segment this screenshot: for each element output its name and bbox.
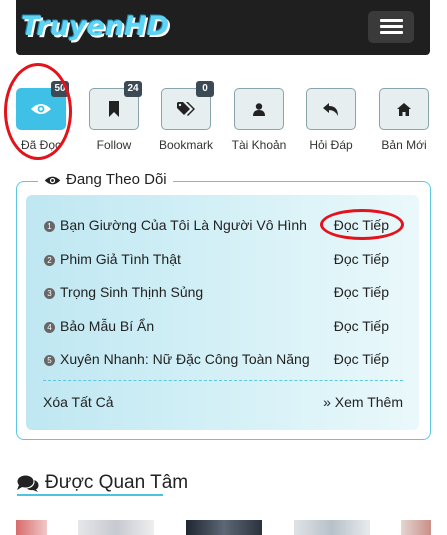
story-thumbnail[interactable]: [78, 520, 154, 535]
eye-icon: [44, 176, 61, 184]
menu-button[interactable]: [368, 11, 414, 43]
story-thumbnail[interactable]: [401, 520, 431, 535]
nav-label: Bookmark: [158, 138, 214, 152]
list-item: 2 Phim Giả Tình Thật Đọc Tiếp: [44, 249, 394, 269]
nav-item-account[interactable]: Tài Khoản: [225, 88, 293, 152]
nav-label: Tài Khoản: [231, 138, 287, 152]
rank-number: 2: [44, 255, 55, 266]
story-title[interactable]: Trọng Sinh Thịnh Sủng: [60, 284, 203, 300]
comments-icon: [17, 475, 39, 492]
list-item: 5 Xuyên Nhanh: Nữ Đặc Công Toàn Năng Đọc …: [44, 349, 394, 369]
nav-label: Follow: [96, 138, 132, 152]
home-icon: [397, 102, 411, 116]
reply-icon: [323, 102, 338, 116]
section-heading: Được Quan Tâm: [17, 470, 188, 496]
nav-item-bookmark[interactable]: 0 Bookmark: [152, 81, 220, 152]
bookmark-icon: [109, 101, 119, 117]
story-thumbnail[interactable]: [294, 520, 370, 535]
heading-underline: [17, 494, 163, 496]
story-thumbnail[interactable]: [16, 520, 47, 535]
rank-number: 1: [44, 221, 55, 232]
user-icon: [253, 102, 265, 116]
story-title[interactable]: Xuyên Nhanh: Nữ Đặc Công Toàn Năng: [60, 351, 310, 367]
nav-label: Hỏi Đáp: [309, 138, 353, 152]
continue-reading-link[interactable]: Đọc Tiếp: [334, 249, 389, 269]
hamburger-icon: [380, 19, 403, 22]
follow-count-badge: 24: [124, 81, 142, 97]
following-title: Đang Theo Dõi: [38, 170, 173, 190]
rank-number: 5: [44, 355, 55, 366]
continue-reading-link[interactable]: Đọc Tiếp: [334, 282, 389, 302]
divider: [43, 380, 403, 381]
nav-label: Bản Mới: [381, 138, 427, 152]
list-item: 3 Trọng Sinh Thịnh Sủng Đọc Tiếp: [44, 282, 394, 302]
nav-item-new[interactable]: Bản Mới: [370, 88, 438, 152]
annotation-circle: [4, 63, 72, 160]
tags-icon: [177, 102, 195, 116]
rank-number: 4: [44, 322, 55, 333]
story-title[interactable]: Phim Giả Tình Thật: [60, 251, 181, 267]
story-title[interactable]: Bạn Giường Của Tôi Là Người Vô Hình: [60, 217, 307, 233]
annotation-circle: [320, 209, 404, 240]
nav-item-qa[interactable]: Hỏi Đáp: [297, 88, 365, 152]
list-item: 4 Bảo Mẫu Bí Ẩn Đọc Tiếp: [44, 316, 394, 336]
story-thumbnail[interactable]: [186, 520, 262, 535]
bookmark-count-badge: 0: [196, 81, 214, 97]
continue-reading-link[interactable]: Đọc Tiếp: [334, 349, 389, 369]
nav-item-follow[interactable]: 24 Follow: [80, 81, 148, 152]
top-header: TruyenHD: [16, 0, 430, 55]
clear-all-button[interactable]: Xóa Tất Cả: [43, 394, 114, 410]
see-more-link[interactable]: » Xem Thêm: [323, 394, 403, 410]
continue-reading-link[interactable]: Đọc Tiếp: [334, 316, 389, 336]
site-logo[interactable]: TruyenHD: [21, 8, 169, 46]
story-title[interactable]: Bảo Mẫu Bí Ẩn: [60, 318, 154, 334]
rank-number: 3: [44, 288, 55, 299]
